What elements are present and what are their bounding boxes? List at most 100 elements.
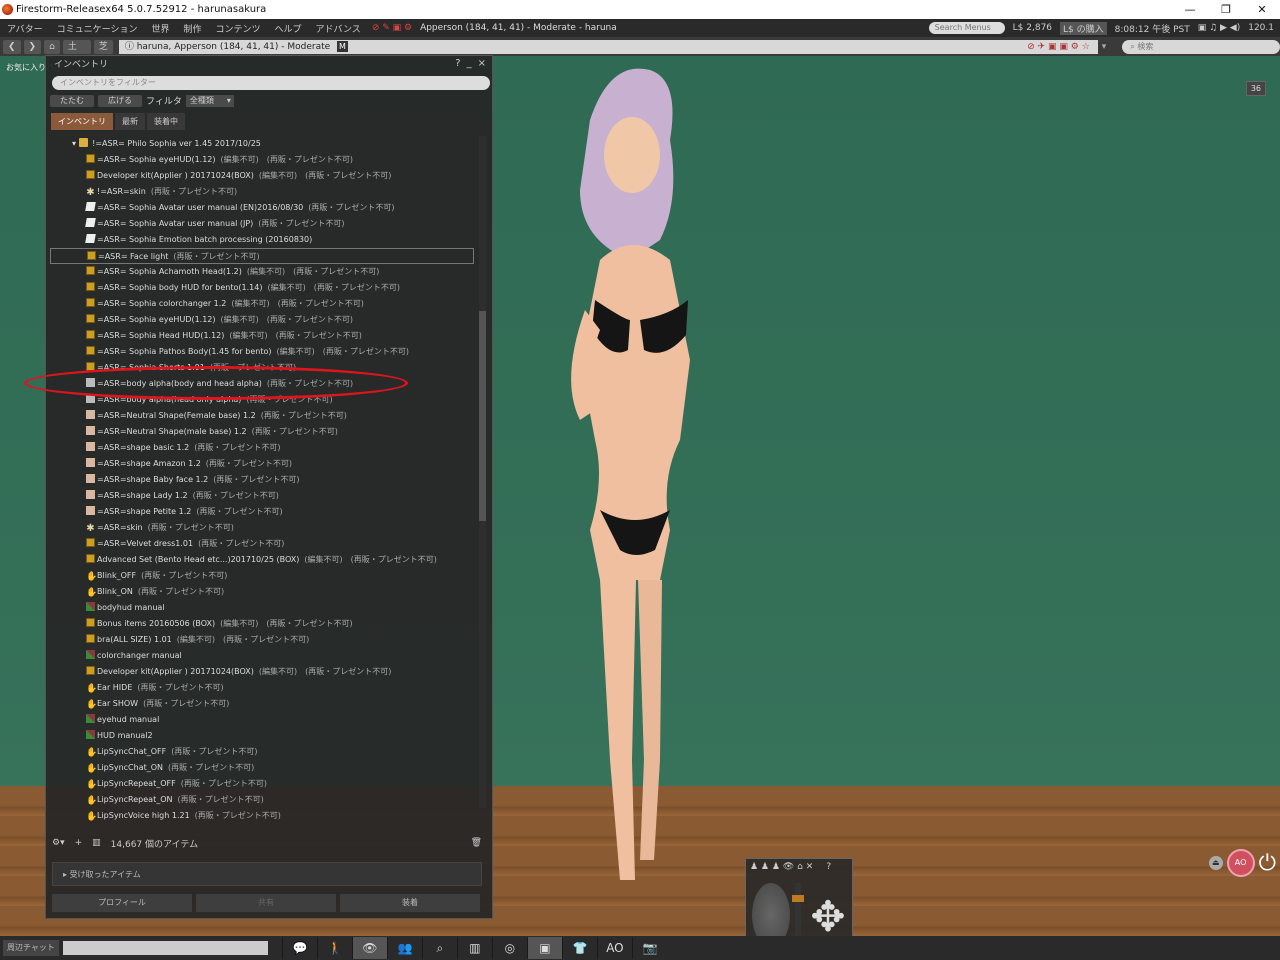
map-icon[interactable]: ▥ bbox=[456, 937, 492, 959]
received-items-accordion[interactable]: ▸ 受け取ったアイテム bbox=[52, 862, 482, 886]
scene-badge[interactable]: 36 bbox=[1245, 81, 1266, 96]
menu-build[interactable]: 制作 bbox=[176, 22, 208, 35]
inventory-item[interactable]: =ASR= Sophia Avatar user manual (JP) (再販・… bbox=[50, 216, 476, 232]
chat-input[interactable] bbox=[62, 941, 268, 955]
inventory-item[interactable]: =ASR=Neutral Shape(male base) 1.2 (再販・プレゼ… bbox=[50, 424, 476, 440]
minimize-icon[interactable]: _ bbox=[467, 58, 472, 69]
nav-dropdown-icon[interactable]: ▾ bbox=[1102, 42, 1107, 52]
search-menus-input[interactable]: Search Menus bbox=[928, 22, 1005, 34]
power-icon[interactable]: ⏻ bbox=[1259, 851, 1276, 876]
close-button[interactable]: ✕ bbox=[1244, 0, 1280, 19]
trash-icon[interactable]: 🗑 bbox=[471, 838, 482, 848]
view-eye-icon[interactable]: 👁 bbox=[351, 937, 387, 959]
inventory-list[interactable]: ▾ !=ASR= Philo Sophia ver 1.45 2017/10/2… bbox=[50, 136, 476, 828]
inventory-item[interactable]: =ASR=shape Baby face 1.2 (再販・プレゼント不可) bbox=[50, 472, 476, 488]
scrollbar-thumb[interactable] bbox=[479, 311, 486, 521]
minimize-button[interactable]: — bbox=[1172, 0, 1208, 19]
inventory-item[interactable]: =ASR=body alpha(body and head alpha) (再販・… bbox=[50, 376, 476, 392]
inventory-item[interactable]: Developer kit(Applier ) 20171024(BOX) (編集… bbox=[50, 168, 476, 184]
walk-icon[interactable]: 🚶 bbox=[316, 937, 352, 959]
inventory-filter-input[interactable]: インベントリをフィルター bbox=[52, 76, 490, 90]
media-icons[interactable]: ▣ ♫ ▶ ◀) bbox=[1198, 23, 1241, 33]
inventory-item[interactable]: =ASR= Sophia colorchanger 1.2 (編集不可) (再販・… bbox=[50, 296, 476, 312]
camera-close-icon[interactable]: ✕ bbox=[806, 862, 814, 872]
chat-icon[interactable]: 💬 bbox=[281, 937, 317, 959]
tab-inventory[interactable]: インベントリ bbox=[51, 113, 113, 130]
inventory-item[interactable]: =ASR= Sophia eyeHUD(1.12) (編集不可) (再販・プレゼン… bbox=[50, 152, 476, 168]
inventory-icon[interactable]: ▣ bbox=[526, 937, 562, 959]
camera-help-icon[interactable]: ? bbox=[826, 862, 831, 872]
inventory-item[interactable]: =ASR=body alpha(head only alpha) (再販・プレゼン… bbox=[50, 392, 476, 408]
ao-toolbar-button[interactable]: AO bbox=[596, 937, 632, 959]
profile-button[interactable]: プロフィール bbox=[52, 894, 192, 912]
menu-avatar[interactable]: アバター bbox=[0, 22, 50, 35]
add-icon[interactable]: + bbox=[75, 838, 83, 848]
inventory-item[interactable]: ✋Ear SHOW (再販・プレゼント不可) bbox=[50, 696, 476, 712]
inventory-item[interactable]: ✱ !=ASR=skin (再販・プレゼント不可) bbox=[50, 184, 476, 200]
inventory-item[interactable]: =ASR=Neutral Shape(Female base) 1.2 (再販・プ… bbox=[50, 408, 476, 424]
forward-button[interactable]: ❯ bbox=[23, 39, 42, 54]
inventory-item[interactable]: =ASR= Sophia body HUD for bento(1.14) (編集… bbox=[50, 280, 476, 296]
menu-content-label[interactable]: コンテンツ bbox=[209, 22, 268, 35]
inventory-item[interactable]: =ASR= Sophia Pathos Body(1.45 for bento)… bbox=[50, 344, 476, 360]
search-icon[interactable]: ⌕ bbox=[421, 937, 457, 959]
close-icon[interactable]: × bbox=[478, 58, 486, 69]
inventory-folder[interactable]: ▾ !=ASR= Philo Sophia ver 1.45 2017/10/2… bbox=[50, 136, 476, 152]
inventory-item[interactable]: ✋LipSyncVoice high 1.21 (再販・プレゼント不可) bbox=[50, 808, 476, 824]
inventory-item[interactable]: =ASR= Sophia Emotion batch processing (2… bbox=[50, 232, 476, 248]
inventory-item[interactable]: bodyhud manual bbox=[50, 600, 476, 616]
camera-preset-icons[interactable]: ♟ ♟ ♟ 👁 ⌂ bbox=[750, 862, 803, 872]
inventory-item[interactable]: =ASR=Velvet dress1.01 (再販・プレゼント不可) bbox=[50, 536, 476, 552]
inventory-item[interactable]: =ASR= Sophia Head HUD(1.12) (編集不可) (再販・プレ… bbox=[50, 328, 476, 344]
new-folder-icon[interactable]: ▥ bbox=[92, 838, 101, 848]
collapse-button[interactable]: たたむ bbox=[50, 94, 94, 107]
filter-type-select[interactable]: 全種類 ▾ bbox=[185, 94, 234, 107]
inventory-item[interactable]: =ASR=shape Lady 1.2 (再販・プレゼント不可) bbox=[50, 488, 476, 504]
maximize-button[interactable]: ❐ bbox=[1208, 0, 1244, 19]
ao-button[interactable]: AO bbox=[1226, 849, 1255, 877]
inventory-item[interactable]: bra(ALL SIZE) 1.01 (編集不可) (再販・プレゼント不可) bbox=[50, 632, 476, 648]
menu-advanced[interactable]: アドバンス bbox=[309, 22, 368, 35]
wear-button[interactable]: 装着 bbox=[340, 894, 480, 912]
inventory-item[interactable]: =ASR= Sophia Achamoth Head(1.2) (編集不可) (再… bbox=[50, 264, 476, 280]
inventory-item[interactable]: =ASR= Sophia eyeHUD(1.12) (編集不可) (再販・プレゼン… bbox=[50, 312, 476, 328]
appearance-shirt-icon[interactable]: 👕 bbox=[561, 937, 597, 959]
eject-icon[interactable]: ⏏ bbox=[1208, 856, 1223, 870]
inventory-item[interactable]: =ASR=shape Amazon 1.2 (再販・プレゼント不可) bbox=[50, 456, 476, 472]
inventory-item[interactable]: eyehud manual bbox=[50, 712, 476, 728]
inventory-item[interactable]: =ASR=shape Petite 1.2 (再販・プレゼント不可) bbox=[50, 504, 476, 520]
location-input[interactable]: ⓘ haruna, Apperson (184, 41, 41) - Moder… bbox=[118, 39, 1098, 54]
inventory-item[interactable]: ✋LipSyncRepeat_OFF (再販・プレゼント不可) bbox=[50, 776, 476, 792]
menu-help[interactable]: ヘルプ bbox=[268, 22, 309, 35]
inventory-item[interactable]: =ASR= Sophia Shorts 1.01 (再販・プレゼント不可) bbox=[50, 360, 476, 376]
grass-button[interactable]: 芝 bbox=[93, 39, 113, 54]
snapshot-icon[interactable]: 📷 bbox=[631, 937, 667, 959]
nearby-chat-button[interactable]: 周辺チャット bbox=[3, 940, 59, 956]
expand-button[interactable]: 広げる bbox=[98, 94, 142, 107]
inventory-item[interactable]: =ASR= Sophia Avatar user manual (EN)2016… bbox=[50, 200, 476, 216]
share-button[interactable]: 共有 bbox=[196, 894, 336, 912]
menu-world[interactable]: 世界 bbox=[144, 22, 176, 35]
zoom-slider-handle[interactable] bbox=[792, 895, 804, 902]
tab-worn[interactable]: 装着中 bbox=[147, 113, 185, 130]
minimap-icon[interactable]: ◎ bbox=[491, 937, 527, 959]
inventory-item[interactable]: ✋Ear HIDE (再販・プレゼント不可) bbox=[50, 680, 476, 696]
inventory-item[interactable]: HUD manual2 bbox=[50, 728, 476, 744]
help-icon[interactable]: ? bbox=[455, 58, 460, 69]
inventory-item[interactable]: ✋Blink_ON (再販・プレゼント不可) bbox=[50, 584, 476, 600]
inventory-item[interactable]: colorchanger manual bbox=[50, 648, 476, 664]
menu-communication[interactable]: コミュニケーション bbox=[50, 22, 145, 35]
inventory-item[interactable]: ✋LipSyncRepeat_ON (再販・プレゼント不可) bbox=[50, 792, 476, 808]
inventory-item[interactable]: Bonus items 20160506 (BOX) (編集不可) (再販・プレゼ… bbox=[50, 616, 476, 632]
inventory-item[interactable]: Developer kit(Applier ) 20171024(BOX) (編集… bbox=[50, 664, 476, 680]
people-icon[interactable]: 👥 bbox=[386, 937, 422, 959]
info-icon[interactable]: ⓘ bbox=[125, 42, 137, 52]
inventory-item[interactable]: =ASR=shape basic 1.2 (再販・プレゼント不可) bbox=[50, 440, 476, 456]
nav-search-input[interactable]: ⌕ 検索 bbox=[1122, 39, 1280, 54]
inventory-item[interactable]: ✋LipSyncChat_ON (再販・プレゼント不可) bbox=[50, 760, 476, 776]
inventory-item[interactable]: Advanced Set (Bento Head etc...)201710/2… bbox=[50, 552, 476, 568]
inventory-item[interactable]: =ASR= Face light (再販・プレゼント不可) bbox=[50, 248, 474, 264]
gear-icon[interactable]: ⚙▾ bbox=[52, 838, 65, 848]
home-button[interactable]: ⌂ bbox=[44, 39, 60, 54]
buy-currency-button[interactable]: L$ の購入 bbox=[1060, 21, 1107, 35]
